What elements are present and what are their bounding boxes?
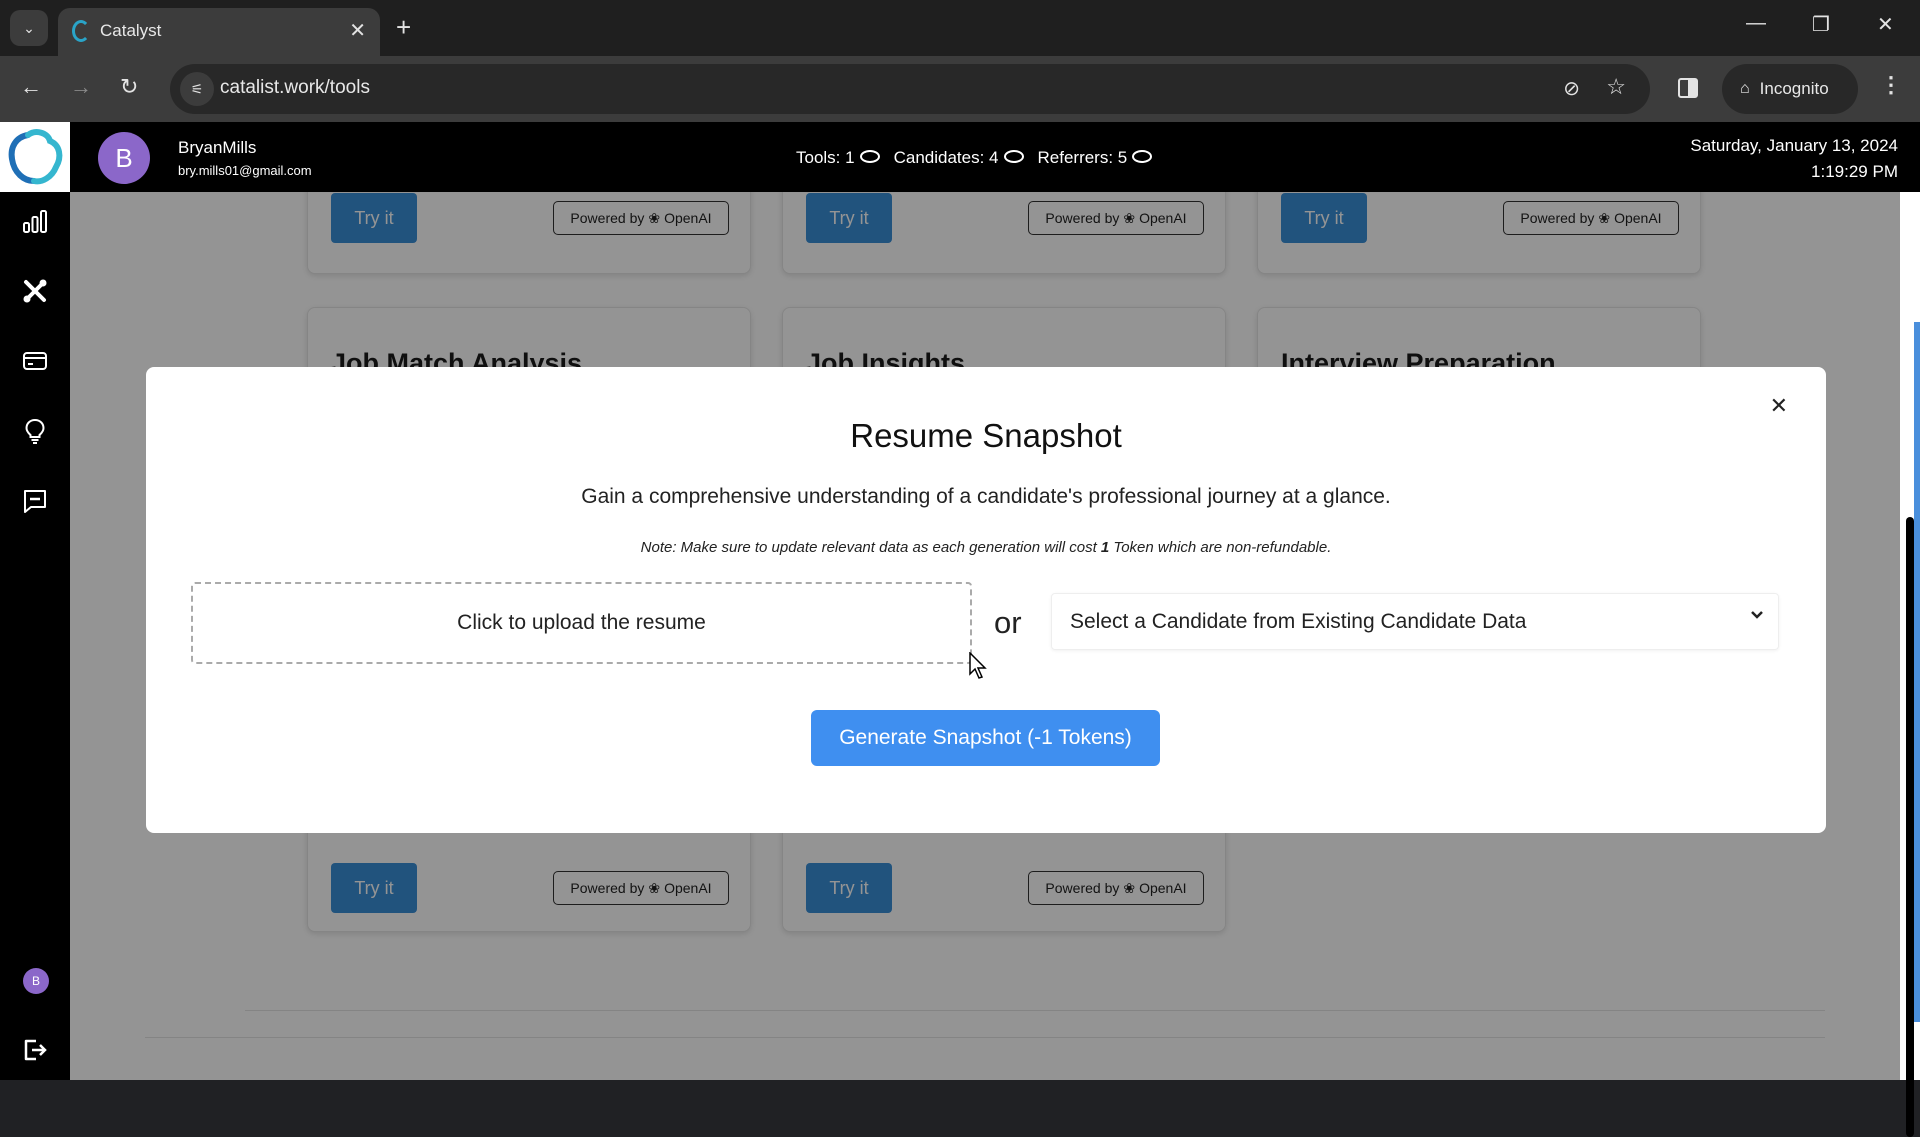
eye-off-icon[interactable]: ⊘ (1563, 76, 1580, 101)
url-text[interactable]: catalist.work/tools (220, 77, 370, 99)
catalyst-logo[interactable] (0, 122, 70, 192)
incognito-badge[interactable]: ⌂ Incognito (1722, 64, 1858, 114)
referrers-counter: Referrers: 5 (1038, 148, 1153, 168)
app-sidebar: B (0, 192, 70, 1080)
browser-tab-bar: ⌄ Catalyst ✕ + — ❐ ✕ (0, 0, 1920, 56)
incognito-icon: ⌂ (1740, 80, 1750, 97)
token-count: 1 (1100, 539, 1110, 556)
current-time: 1:19:29 PM (1811, 162, 1898, 181)
more-vertical-icon[interactable]: ⋮ (1880, 72, 1902, 98)
incognito-label: Incognito (1759, 79, 1829, 98)
tab-list-button[interactable]: ⌄ (10, 10, 48, 46)
message-icon (24, 490, 46, 513)
sidebar-item-billing[interactable] (22, 348, 48, 374)
user-name: BryanMills (178, 138, 257, 157)
upload-label: Click to upload the resume (457, 611, 706, 634)
scrollbar-thumb[interactable] (1906, 517, 1914, 1137)
plus-icon[interactable]: + (396, 12, 411, 42)
coin-icon (1132, 150, 1153, 164)
catalyst-favicon-icon (72, 20, 90, 42)
coin-icon (1003, 150, 1024, 164)
current-date: Saturday, January 13, 2024 (1690, 136, 1898, 155)
bar-chart-icon (23, 210, 47, 233)
token-note: Note: Make sure to update relevant data … (640, 539, 1332, 556)
sidebar-item-analytics[interactable] (22, 208, 48, 234)
sidebar-item-ideas[interactable] (22, 418, 48, 444)
chevron-down-icon: ⌄ (23, 19, 35, 36)
back-icon[interactable]: ← (20, 74, 42, 100)
browser-toolbar: ← → ↻ ⚟ catalist.work/tools ⊘ ☆ ⌂ Incogn… (0, 56, 1920, 122)
sidebar-avatar[interactable]: B (23, 968, 49, 994)
forward-icon[interactable]: → (70, 74, 92, 100)
logout-icon (24, 1039, 47, 1061)
address-bar[interactable]: ⚟ catalist.work/tools ⊘ ☆ (170, 64, 1650, 114)
tools-counter: Tools: 1 (796, 148, 880, 168)
resume-upload-dropzone[interactable]: Click to upload the resume (191, 582, 972, 664)
chevron-down-icon (1751, 611, 1763, 619)
side-panel-icon[interactable] (1678, 78, 1698, 98)
sidebar-item-messages[interactable] (22, 488, 48, 514)
coin-icon (859, 150, 880, 164)
credit-card-icon (23, 352, 47, 370)
token-counters: Tools: 1 Candidates: 4 Referrers: 5 (796, 148, 1153, 168)
tune-icon[interactable]: ⚟ (180, 72, 214, 106)
reload-icon[interactable]: ↻ (120, 74, 138, 100)
resume-snapshot-modal: ✕ Resume Snapshot Gain a comprehensive u… (146, 367, 1826, 833)
minimize-icon[interactable]: — (1746, 12, 1766, 35)
page-accent-bar (1914, 322, 1920, 1022)
close-icon[interactable]: ✕ (1770, 393, 1788, 419)
catalyst-logo-icon (8, 129, 63, 185)
tab-title: Catalyst (100, 21, 162, 40)
tools-icon (23, 279, 47, 303)
close-window-icon[interactable]: ✕ (1877, 12, 1894, 37)
modal-title: Resume Snapshot (850, 417, 1122, 454)
candidate-select[interactable]: Select a Candidate from Existing Candida… (1051, 593, 1779, 650)
browser-tab-catalyst[interactable]: Catalyst ✕ (58, 8, 380, 56)
generate-snapshot-button[interactable]: Generate Snapshot (-1 Tokens) (811, 710, 1160, 766)
lightbulb-icon (25, 418, 45, 444)
candidates-counter: Candidates: 4 (894, 148, 1024, 168)
sidebar-item-tools[interactable] (22, 278, 48, 304)
user-email: bry.mills01@gmail.com (178, 163, 312, 178)
or-separator: or (994, 605, 1022, 640)
close-icon[interactable]: ✕ (349, 18, 366, 43)
mouse-cursor-icon (969, 652, 987, 679)
logout-button[interactable] (22, 1037, 48, 1063)
avatar[interactable]: B (98, 132, 150, 184)
app-header: B BryanMills bry.mills01@gmail.com Tools… (70, 122, 1920, 192)
modal-subtitle: Gain a comprehensive understanding of a … (581, 485, 1391, 508)
candidate-select-value: Select a Candidate from Existing Candida… (1070, 609, 1527, 633)
restore-icon[interactable]: ❐ (1812, 12, 1830, 37)
star-icon[interactable]: ☆ (1606, 74, 1626, 100)
